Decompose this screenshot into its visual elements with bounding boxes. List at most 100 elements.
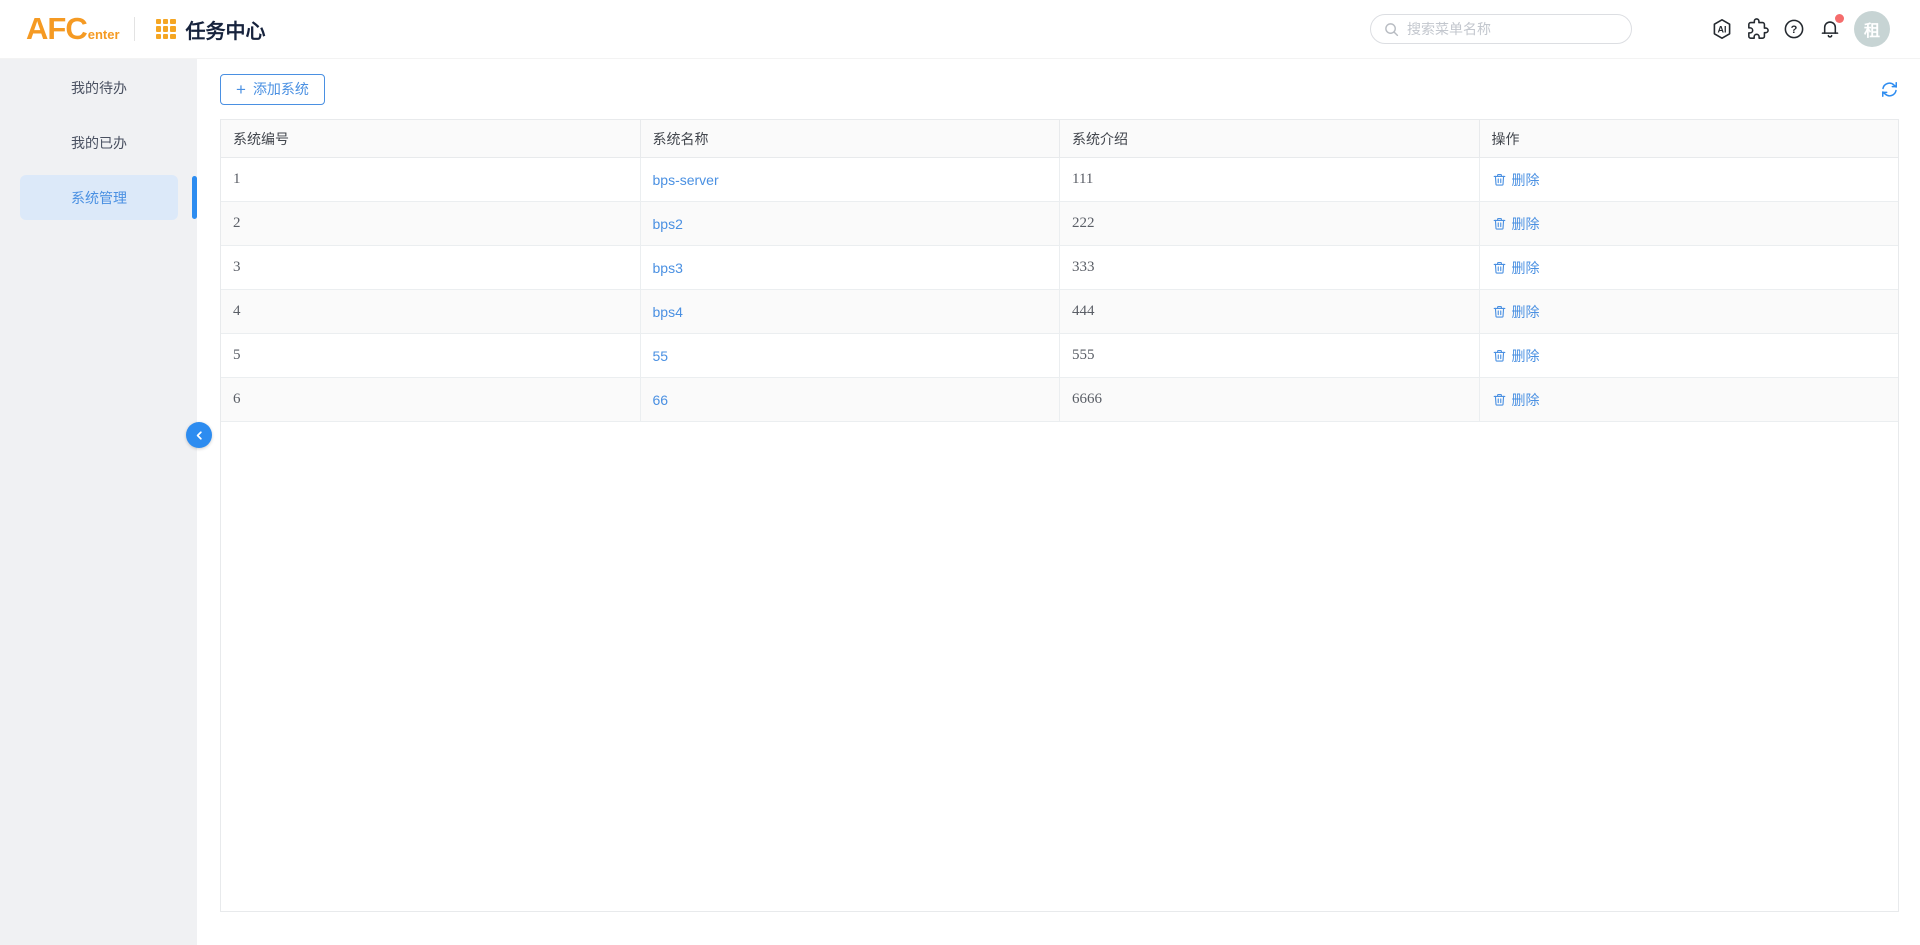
cell-system-desc: 6666 <box>1060 378 1480 421</box>
trash-icon <box>1492 172 1507 187</box>
refresh-icon <box>1881 81 1898 98</box>
trash-icon <box>1492 392 1507 407</box>
cell-actions: 删除 <box>1480 334 1899 377</box>
column-header: 系统名称 <box>641 120 1061 157</box>
cell-system-id: 4 <box>221 290 641 333</box>
cell-system-desc: 111 <box>1060 158 1480 201</box>
chevron-left-icon <box>193 429 206 442</box>
cell-system-desc: 222 <box>1060 202 1480 245</box>
table-header: 系统编号系统名称系统介绍操作 <box>221 120 1898 158</box>
cell-system-desc: 555 <box>1060 334 1480 377</box>
cell-system-name: bps4 <box>641 290 1061 333</box>
page-title: 任务中心 <box>186 15 266 44</box>
system-name-link[interactable]: bps2 <box>653 216 683 232</box>
table-row: 555555删除 <box>221 334 1898 378</box>
delete-button[interactable]: 删除 <box>1492 258 1540 278</box>
search-input[interactable] <box>1407 21 1618 37</box>
table-row: 2 bps2 222 删除 <box>221 202 1898 246</box>
trash-icon <box>1492 216 1507 231</box>
cell-system-name: bps3 <box>641 246 1061 289</box>
sidebar: 我的待办我的已办系统管理 <box>0 59 197 945</box>
systems-table: 系统编号系统名称系统介绍操作 1 bps-server 111 删除 2 bps2 222 删… <box>220 119 1899 912</box>
menu-search-box[interactable] <box>1370 14 1632 44</box>
main-content: + 添加系统 系统编号系统名称系统介绍操作 1bps-server111删除2b… <box>197 59 1920 945</box>
refresh-button[interactable] <box>1879 79 1899 99</box>
user-avatar[interactable]: 租 <box>1854 11 1890 47</box>
cell-system-name: bps-server <box>641 158 1061 201</box>
system-name-link[interactable]: 66 <box>653 392 669 408</box>
ai-icon: AI <box>1710 17 1734 41</box>
sidebar-item-label: 我的待办 <box>71 78 127 98</box>
column-header: 系统介绍 <box>1060 120 1480 157</box>
question-icon: ? <box>1783 18 1805 40</box>
svg-text:AI: AI <box>1718 25 1727 35</box>
cell-actions: 删除 <box>1480 202 1899 245</box>
logo-text: AFC <box>26 11 87 47</box>
table-row: 4 bps4 444 删除 <box>221 290 1898 334</box>
cell-system-id: 5 <box>221 334 641 377</box>
table-row: 6666666删除 <box>221 378 1898 422</box>
logo-subtext: enter <box>88 27 120 42</box>
notifications-button[interactable] <box>1818 17 1842 41</box>
delete-label: 删除 <box>1512 390 1540 410</box>
cell-actions: 删除 <box>1480 246 1899 289</box>
delete-label: 删除 <box>1512 302 1540 322</box>
svg-text:?: ? <box>1791 24 1798 36</box>
system-name-link[interactable]: 55 <box>653 348 669 364</box>
system-name-link[interactable]: bps4 <box>653 304 683 320</box>
system-name-link[interactable]: bps-server <box>653 172 719 188</box>
sidebar-menu: 我的待办我的已办系统管理 <box>0 65 197 220</box>
delete-label: 删除 <box>1512 258 1540 278</box>
cell-system-desc: 333 <box>1060 246 1480 289</box>
cell-system-id: 6 <box>221 378 641 421</box>
avatar-initial: 租 <box>1864 17 1880 41</box>
add-system-label: 添加系统 <box>253 79 309 99</box>
plus-icon: + <box>236 81 246 98</box>
delete-button[interactable]: 删除 <box>1492 302 1540 322</box>
column-header: 系统编号 <box>221 120 641 157</box>
plugins-button[interactable] <box>1746 17 1770 41</box>
apps-grid-icon[interactable] <box>156 19 176 39</box>
add-system-button[interactable]: + 添加系统 <box>220 74 325 105</box>
cell-actions: 删除 <box>1480 158 1899 201</box>
delete-button[interactable]: 删除 <box>1492 390 1540 410</box>
sidebar-item-1[interactable]: 我的待办 <box>20 65 178 110</box>
column-header: 操作 <box>1480 120 1899 157</box>
app-logo[interactable]: AFC enter <box>26 11 120 47</box>
sidebar-item-3[interactable]: 系统管理 <box>20 175 178 220</box>
cell-system-desc: 444 <box>1060 290 1480 333</box>
trash-icon <box>1492 304 1507 319</box>
delete-button[interactable]: 删除 <box>1492 170 1540 190</box>
table-row: 3 bps3 333 删除 <box>221 246 1898 290</box>
delete-button[interactable]: 删除 <box>1492 214 1540 234</box>
search-icon <box>1384 22 1399 37</box>
delete-button[interactable]: 删除 <box>1492 346 1540 366</box>
help-button[interactable]: ? <box>1782 17 1806 41</box>
cell-system-id: 3 <box>221 246 641 289</box>
ai-assistant-button[interactable]: AI <box>1710 17 1734 41</box>
puzzle-icon <box>1747 18 1769 40</box>
trash-icon <box>1492 260 1507 275</box>
delete-label: 删除 <box>1512 346 1540 366</box>
delete-label: 删除 <box>1512 170 1540 190</box>
cell-system-id: 1 <box>221 158 641 201</box>
toolbar: + 添加系统 <box>220 69 1899 109</box>
sidebar-item-label: 系统管理 <box>71 188 127 208</box>
sidebar-collapse-button[interactable] <box>186 422 212 448</box>
cell-system-name: 55 <box>641 334 1061 377</box>
cell-actions: 删除 <box>1480 290 1899 333</box>
cell-actions: 删除 <box>1480 378 1899 421</box>
top-bar: AFC enter 任务中心 AI <box>0 0 1920 59</box>
cell-system-name: 66 <box>641 378 1061 421</box>
trash-icon <box>1492 348 1507 363</box>
sidebar-item-label: 我的已办 <box>71 133 127 153</box>
delete-label: 删除 <box>1512 214 1540 234</box>
sidebar-item-2[interactable]: 我的已办 <box>20 120 178 165</box>
system-name-link[interactable]: bps3 <box>653 260 683 276</box>
table-body: 1 bps-server 111 删除 2 bps2 222 删除 3 bps3 333 删除 4 bps… <box>221 158 1898 422</box>
cell-system-name: bps2 <box>641 202 1061 245</box>
table-row: 1 bps-server 111 删除 <box>221 158 1898 202</box>
header-divider <box>134 17 135 41</box>
notification-badge <box>1835 14 1844 23</box>
cell-system-id: 2 <box>221 202 641 245</box>
